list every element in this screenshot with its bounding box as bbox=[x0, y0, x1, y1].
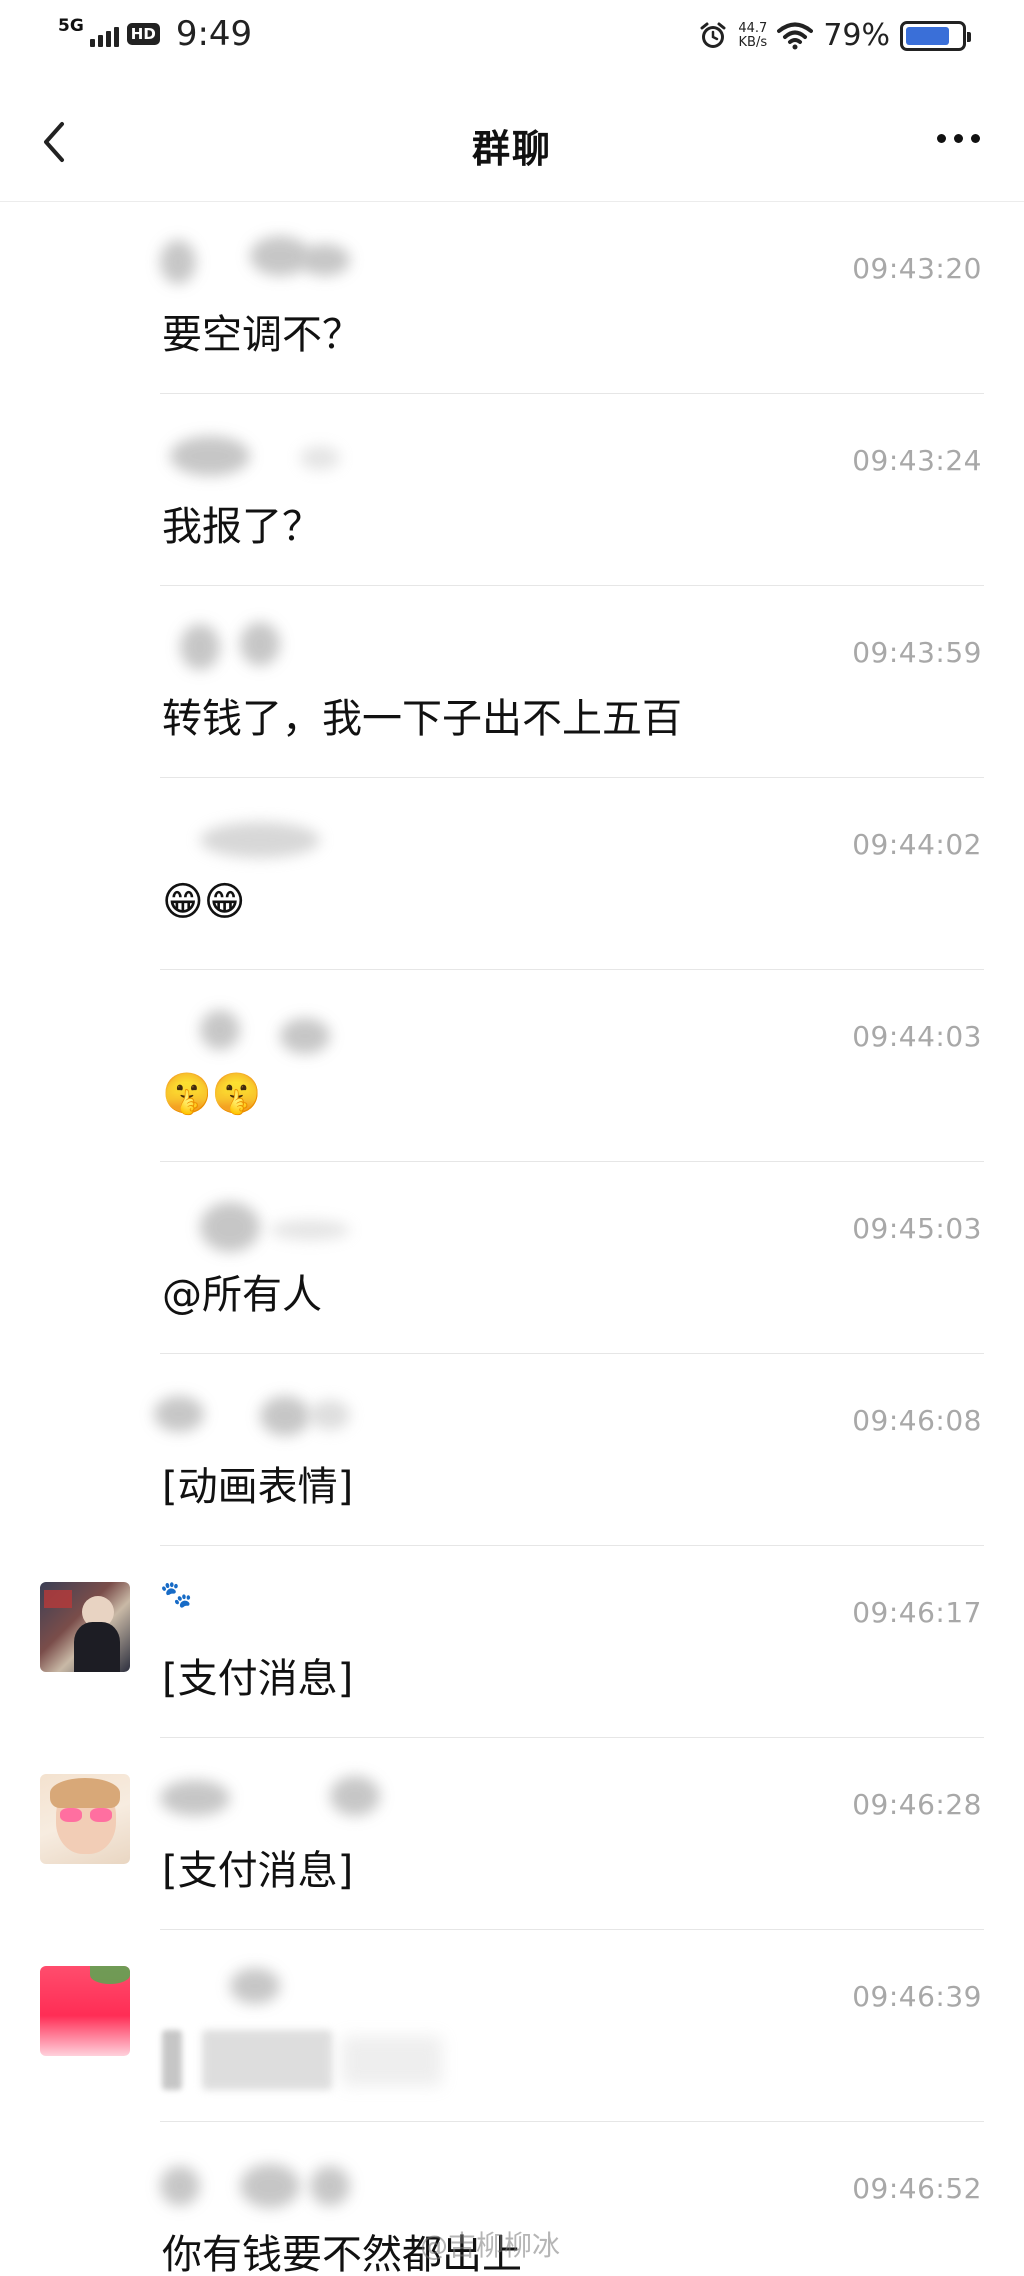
nav-bar: 群聊 bbox=[0, 80, 1024, 202]
sender-name-redacted bbox=[160, 230, 370, 286]
sender-name-redacted bbox=[160, 1190, 370, 1252]
message-content-redacted bbox=[162, 2030, 462, 2090]
message-content: 🤫🤫 bbox=[162, 1071, 262, 1117]
message-time: 09:46:28 bbox=[852, 1788, 982, 1821]
avatar[interactable] bbox=[40, 1966, 130, 2056]
wifi-icon bbox=[777, 22, 814, 49]
message-content: 我报了？ bbox=[162, 504, 322, 550]
list-item[interactable]: 09:44:03 🤫🤫 bbox=[160, 970, 984, 1162]
more-icon[interactable] bbox=[937, 134, 980, 143]
list-item[interactable]: 09:46:08 [动画表情] bbox=[154, 1354, 984, 1546]
list-item[interactable]: 09:44:02 😁😁 bbox=[160, 778, 984, 970]
battery-percent: 79% bbox=[823, 18, 890, 53]
net-speed-unit: KB/s bbox=[738, 34, 768, 50]
message-content: [支付消息] bbox=[162, 1656, 354, 1702]
message-time: 09:45:03 bbox=[852, 1212, 982, 1245]
message-time: 09:46:52 bbox=[852, 2172, 982, 2205]
sender-name-redacted bbox=[160, 2150, 370, 2208]
message-time: 09:46:39 bbox=[852, 1980, 982, 2013]
message-time: 09:46:08 bbox=[852, 1404, 982, 1437]
message-time: 09:43:59 bbox=[852, 636, 982, 669]
message-time: 09:43:24 bbox=[852, 444, 982, 477]
sender-name-redacted bbox=[160, 1766, 380, 1822]
list-item[interactable]: 09:46:28 [支付消息] bbox=[40, 1738, 984, 1930]
sender-name-redacted bbox=[160, 998, 370, 1054]
message-content: @所有人 bbox=[162, 1272, 322, 1318]
message-content: 要空调不？ bbox=[162, 312, 362, 358]
list-item[interactable]: 09:46:39 bbox=[40, 1930, 984, 2122]
watermark: @吉柳柳冰 bbox=[420, 2229, 561, 2262]
sender-name-redacted bbox=[154, 1382, 370, 1438]
status-bar: 5G HD 9:49 44.7 KB/s 79% bbox=[0, 0, 1024, 80]
battery-fill bbox=[906, 26, 949, 45]
alarm-icon bbox=[700, 22, 726, 48]
message-time: 09:44:02 bbox=[852, 828, 982, 861]
more-dot bbox=[971, 134, 980, 143]
message-list[interactable]: 09:43:20 要空调不？ 09:43:24 我报了？ 09:43:59 转钱… bbox=[0, 202, 1024, 2276]
message-time: 09:46:17 bbox=[852, 1596, 982, 1629]
avatar[interactable] bbox=[40, 1774, 130, 1864]
sender-name-redacted bbox=[160, 422, 370, 478]
message-content: 😁😁 bbox=[162, 879, 246, 925]
message-content: 转钱了，我一下子出不上五百 bbox=[162, 696, 682, 742]
avatar[interactable] bbox=[40, 1582, 130, 1672]
battery-icon bbox=[900, 20, 971, 51]
sender-name-redacted bbox=[160, 1958, 370, 2014]
list-item[interactable]: 09:45:03 @所有人 bbox=[160, 1162, 984, 1354]
network-type: 5G bbox=[58, 15, 84, 36]
status-time: 9:49 bbox=[175, 14, 253, 54]
list-item[interactable]: 09:43:59 转钱了，我一下子出不上五百 bbox=[160, 586, 984, 778]
sender-name-redacted bbox=[160, 806, 370, 862]
page-title: 群聊 bbox=[471, 127, 552, 171]
sender-name-redacted bbox=[160, 614, 370, 670]
more-dot bbox=[937, 134, 946, 143]
net-speed-value: 44.7 bbox=[738, 20, 768, 36]
net-speed: 44.7 KB/s bbox=[738, 20, 768, 50]
more-dot bbox=[954, 134, 963, 143]
list-item[interactable]: 🐾 09:46:17 [支付消息] bbox=[40, 1546, 984, 1738]
message-time: 09:43:20 bbox=[852, 252, 982, 285]
message-time: 09:44:03 bbox=[852, 1020, 982, 1053]
signal-icon bbox=[89, 21, 119, 47]
message-content: [动画表情] bbox=[162, 1464, 354, 1510]
list-item[interactable]: 09:46:52 你有钱要不然都出上 bbox=[160, 2122, 984, 2276]
message-content: [支付消息] bbox=[162, 1848, 354, 1894]
list-item[interactable]: 09:43:20 要空调不？ bbox=[160, 202, 984, 394]
list-item[interactable]: 09:43:24 我报了？ bbox=[160, 394, 984, 586]
sender-name: 🐾 bbox=[160, 1580, 193, 1610]
hd-badge: HD bbox=[126, 23, 160, 45]
